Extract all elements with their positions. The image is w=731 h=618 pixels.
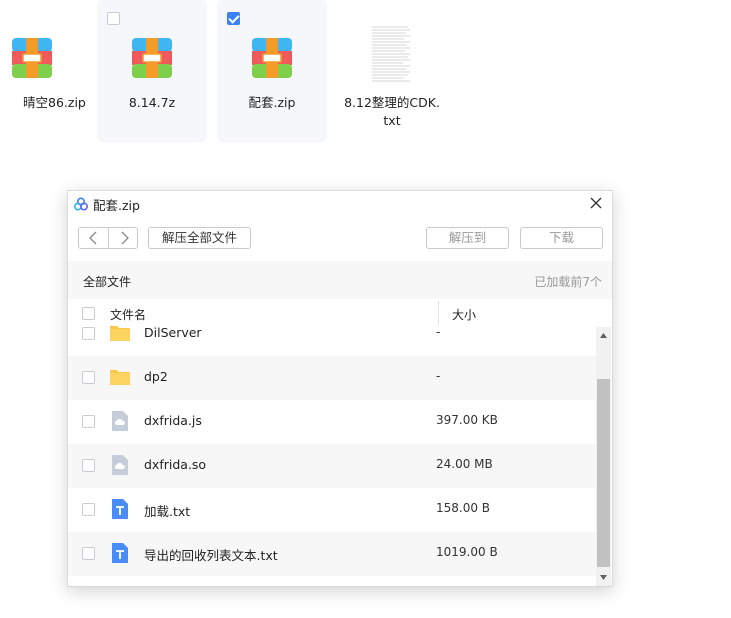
download-button[interactable]: 下载 [520, 227, 603, 249]
forward-button[interactable] [107, 228, 138, 248]
row-checkbox[interactable] [82, 459, 95, 472]
file-tile[interactable]: 8.12整理的CDK. txt [337, 0, 447, 142]
file-tile[interactable]: 晴空86.zip [0, 0, 87, 142]
chevron-left-icon [89, 231, 97, 245]
row-checkbox[interactable] [82, 503, 95, 516]
column-header-name[interactable]: 文件名 [110, 306, 146, 323]
list-item[interactable]: dxfrida.js 397.00 KB [68, 400, 596, 444]
file-size: 24.00 MB [436, 457, 493, 471]
file-size: 1019.00 B [436, 545, 498, 559]
file-size: - [436, 369, 441, 383]
zip-archive-icon [252, 38, 292, 78]
text-file-icon [112, 499, 128, 519]
row-checkbox[interactable] [82, 415, 95, 428]
vertical-scrollbar[interactable] [596, 327, 611, 586]
text-file-icon [112, 543, 128, 563]
file-label: 晴空86.zip [23, 95, 86, 110]
select-all-checkbox[interactable] [82, 307, 95, 320]
extract-all-button[interactable]: 解压全部文件 [148, 227, 251, 249]
file-list: DilServer - dp2 - dxfrida.js 397.00 KB d… [68, 324, 596, 587]
file-checkbox[interactable] [227, 12, 240, 25]
file-name: dxfrida.so [144, 457, 207, 472]
dialog-title: 配套.zip [93, 198, 140, 213]
file-tile[interactable]: 8.14.7z [97, 0, 207, 142]
scrollbar-thumb[interactable] [597, 379, 610, 567]
extract-to-button[interactable]: 解压到 [426, 227, 509, 249]
file-size: - [436, 325, 441, 339]
column-divider[interactable] [438, 301, 439, 325]
folder-icon [110, 326, 130, 341]
dialog-titlebar: 配套.zip [68, 191, 612, 217]
cloud-app-logo-icon [74, 197, 88, 211]
file-grid: 晴空86.zip 8.14.7z 配套.zip 8.12整理的CDK. txt [0, 0, 731, 150]
loaded-count-text: 已加载前7个 [534, 275, 602, 289]
file-label: 配套.zip [248, 95, 296, 110]
file-size: 158.00 B [436, 501, 491, 515]
list-item[interactable]: 加载.txt 158.00 B [68, 488, 596, 532]
chevron-right-icon [121, 231, 129, 245]
list-item[interactable]: dp2 - [68, 356, 596, 400]
file-name: dxfrida.js [144, 413, 202, 428]
nav-button-group [78, 227, 138, 249]
list-item[interactable]: DilServer - [68, 324, 596, 356]
folder-icon [110, 370, 130, 385]
file-name: DilServer [144, 325, 202, 340]
scroll-up-arrow-icon[interactable] [600, 333, 607, 338]
file-checkbox[interactable] [107, 12, 120, 25]
back-button[interactable] [79, 228, 108, 248]
list-header: 文件名 大小 [68, 299, 612, 327]
dialog-toolbar: 解压全部文件 解压到 下载 [68, 217, 612, 261]
zip-archive-icon [132, 38, 172, 78]
file-tile[interactable]: 配套.zip [217, 0, 327, 142]
file-label: 8.14.7z [128, 95, 176, 110]
archive-preview-dialog: 配套.zip 解压全部文件 解压到 下载 全部文件 已加载前7个 文件名 大小 … [67, 190, 613, 587]
row-checkbox[interactable] [82, 371, 95, 384]
file-name: 加载.txt [144, 504, 191, 519]
generic-file-icon [112, 411, 128, 431]
scroll-down-arrow-icon[interactable] [600, 575, 607, 580]
file-label: 8.12整理的CDK. txt [344, 95, 440, 128]
row-checkbox[interactable] [82, 327, 95, 340]
generic-file-icon [112, 455, 128, 475]
list-item[interactable]: dxfrida.so 24.00 MB [68, 444, 596, 488]
breadcrumb[interactable]: 全部文件 [83, 273, 131, 290]
text-document-thumbnail-icon [370, 24, 414, 86]
row-checkbox[interactable] [82, 547, 95, 560]
list-item[interactable]: 导出的回收列表文本.txt 1019.00 B [68, 532, 596, 576]
zip-archive-icon [12, 38, 52, 78]
file-name: dp2 [144, 369, 168, 384]
column-header-size[interactable]: 大小 [452, 306, 476, 323]
file-name: 导出的回收列表文本.txt [144, 548, 278, 563]
close-icon[interactable] [588, 195, 604, 211]
breadcrumb-bar: 全部文件 已加载前7个 [68, 261, 612, 299]
file-size: 397.00 KB [436, 413, 498, 427]
